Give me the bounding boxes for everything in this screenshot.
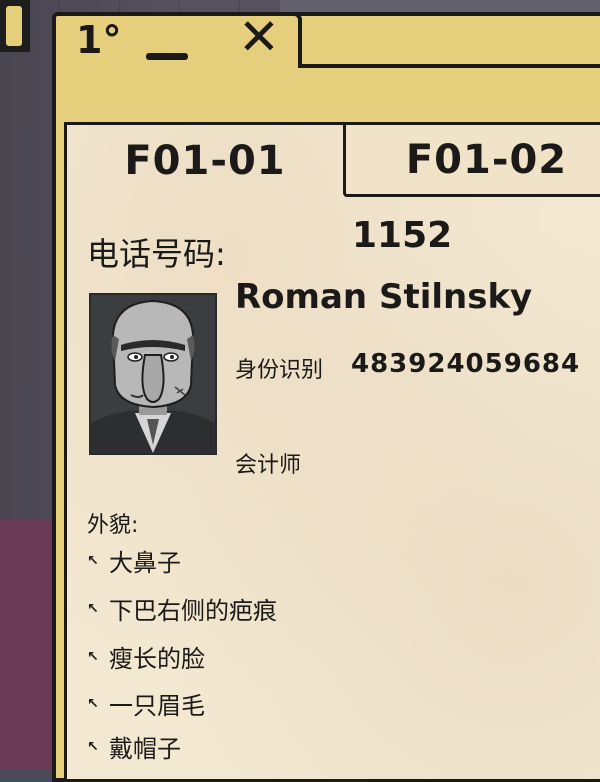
portrait-drawing — [91, 295, 215, 453]
occupation: 会计师 — [235, 453, 302, 478]
person-name: Roman Stilnsky — [235, 277, 533, 317]
arrow-icon: ↖ — [87, 600, 99, 617]
window-top-edge — [298, 64, 600, 88]
arrow-icon: ↖ — [87, 648, 99, 665]
tab-f01-02[interactable]: F01-02 — [343, 125, 600, 197]
arrow-icon: ↖ — [87, 738, 99, 755]
arrow-icon: ↖ — [87, 552, 99, 569]
close-button[interactable]: ✕ — [238, 12, 280, 62]
background-window-tab — [6, 6, 22, 46]
id-label: 身份识别 — [235, 358, 324, 383]
record-paper: F01-01 F01-02 电话号码: 1152 Roman Stilnsky — [64, 122, 600, 782]
portrait-image — [89, 293, 217, 455]
trait-text: 大鼻子 — [109, 549, 181, 577]
trait-item: ↖ 瘦长的脸 — [87, 639, 205, 674]
appearance-label: 外貌: — [87, 513, 139, 538]
arrow-icon: ↖ — [87, 695, 99, 712]
trait-item: ↖ 大鼻子 — [87, 543, 181, 578]
id-value: 483924059684 — [351, 349, 581, 379]
trait-item: ↖ 一只眉毛 — [87, 686, 205, 721]
trait-item: ↖ 下巴右侧的疤痕 — [87, 591, 277, 626]
trait-text: 一只眉毛 — [109, 692, 205, 720]
phone-value: 1152 — [352, 215, 453, 256]
trait-text: 下巴右侧的疤痕 — [109, 597, 277, 625]
trait-text: 戴帽子 — [109, 735, 181, 763]
trait-item: ↖ 戴帽子 — [87, 729, 181, 764]
phone-label: 电话号码: — [87, 235, 226, 273]
background-window-edge — [0, 0, 30, 52]
minimize-button[interactable] — [146, 16, 190, 66]
trait-text: 瘦长的脸 — [109, 645, 205, 673]
info-button[interactable]: 1° — [76, 18, 121, 62]
tab-f01-01[interactable]: F01-01 — [67, 125, 343, 197]
